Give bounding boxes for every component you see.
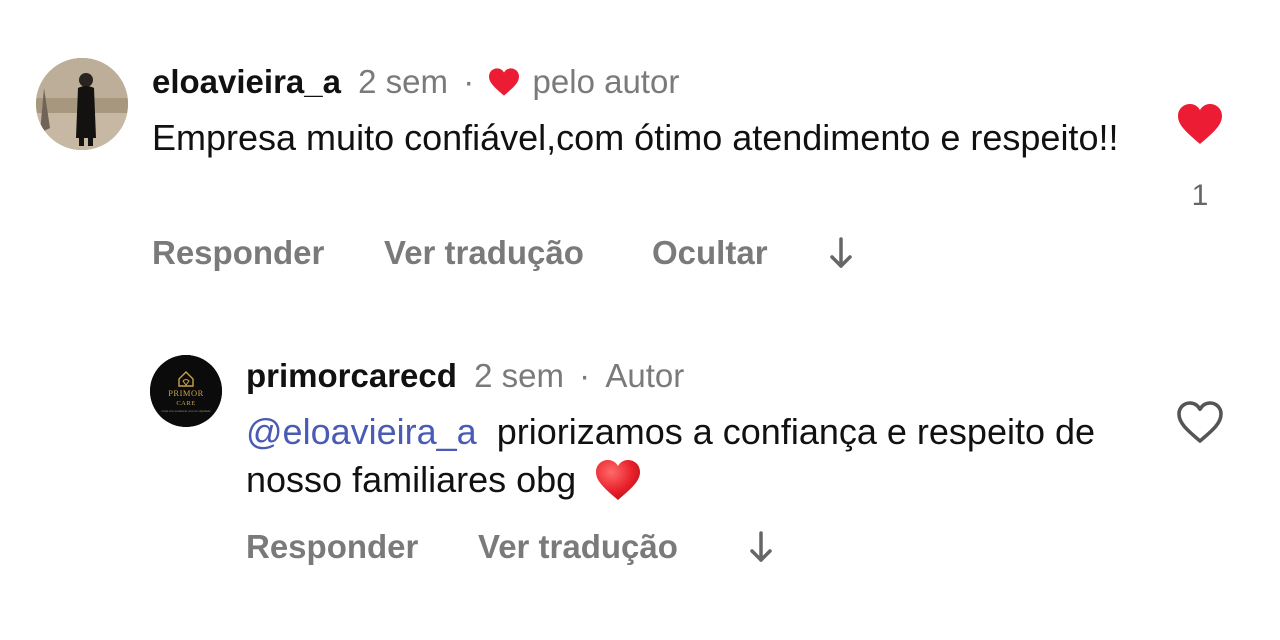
separator: ·	[463, 63, 475, 100]
author-badge: Autor	[605, 357, 685, 394]
like-count: 1	[1191, 179, 1209, 212]
arrow-down-icon[interactable]	[748, 530, 774, 572]
like-column	[1170, 400, 1230, 449]
username[interactable]: eloavieira_a	[152, 63, 341, 100]
arrow-down-icon[interactable]	[828, 236, 854, 278]
avatar[interactable]: PRIMOR CARE Cuide com excelência, viva c…	[150, 355, 222, 427]
comment-actions: Responder Ver tradução Ocultar	[152, 234, 912, 274]
comment-text: Empresa muito confiável,com ótimo atendi…	[152, 117, 1119, 158]
timestamp: 2 sem	[474, 357, 564, 394]
heart-outline-icon[interactable]	[1176, 400, 1224, 444]
heart-filled-icon[interactable]	[1176, 102, 1224, 146]
reply-button[interactable]: Responder	[246, 528, 418, 566]
liked-by-author-label: pelo autor	[532, 63, 680, 100]
logo-line1: PRIMOR	[168, 388, 204, 398]
translate-button[interactable]: Ver tradução	[384, 234, 584, 272]
like-column: 1	[1170, 102, 1230, 213]
hide-button[interactable]: Ocultar	[652, 234, 768, 272]
logo-line2: CARE	[176, 400, 195, 407]
avatar[interactable]	[36, 58, 128, 150]
separator: ·	[579, 357, 591, 394]
comment-text: @eloavieira_a priorizamos a confiança e …	[246, 408, 1146, 504]
comment-meta: eloavieira_a 2 sem · pelo autor	[152, 62, 679, 102]
timestamp: 2 sem	[358, 63, 449, 100]
avatar-photo	[36, 58, 128, 150]
translate-button[interactable]: Ver tradução	[478, 528, 678, 566]
heart-emoji	[594, 459, 642, 500]
comment-actions: Responder Ver tradução	[246, 528, 806, 568]
comment-meta: primorcarecd 2 sem · Autor	[246, 356, 684, 396]
logo-tagline: Cuide com excelência, viva com dignidade	[161, 409, 211, 413]
reply-button[interactable]: Responder	[152, 234, 324, 272]
mention-link[interactable]: @eloavieira_a	[246, 411, 477, 452]
heart-filled-icon	[489, 68, 520, 96]
primor-care-logo: PRIMOR CARE Cuide com excelência, viva c…	[150, 355, 222, 427]
username[interactable]: primorcarecd	[246, 357, 457, 394]
